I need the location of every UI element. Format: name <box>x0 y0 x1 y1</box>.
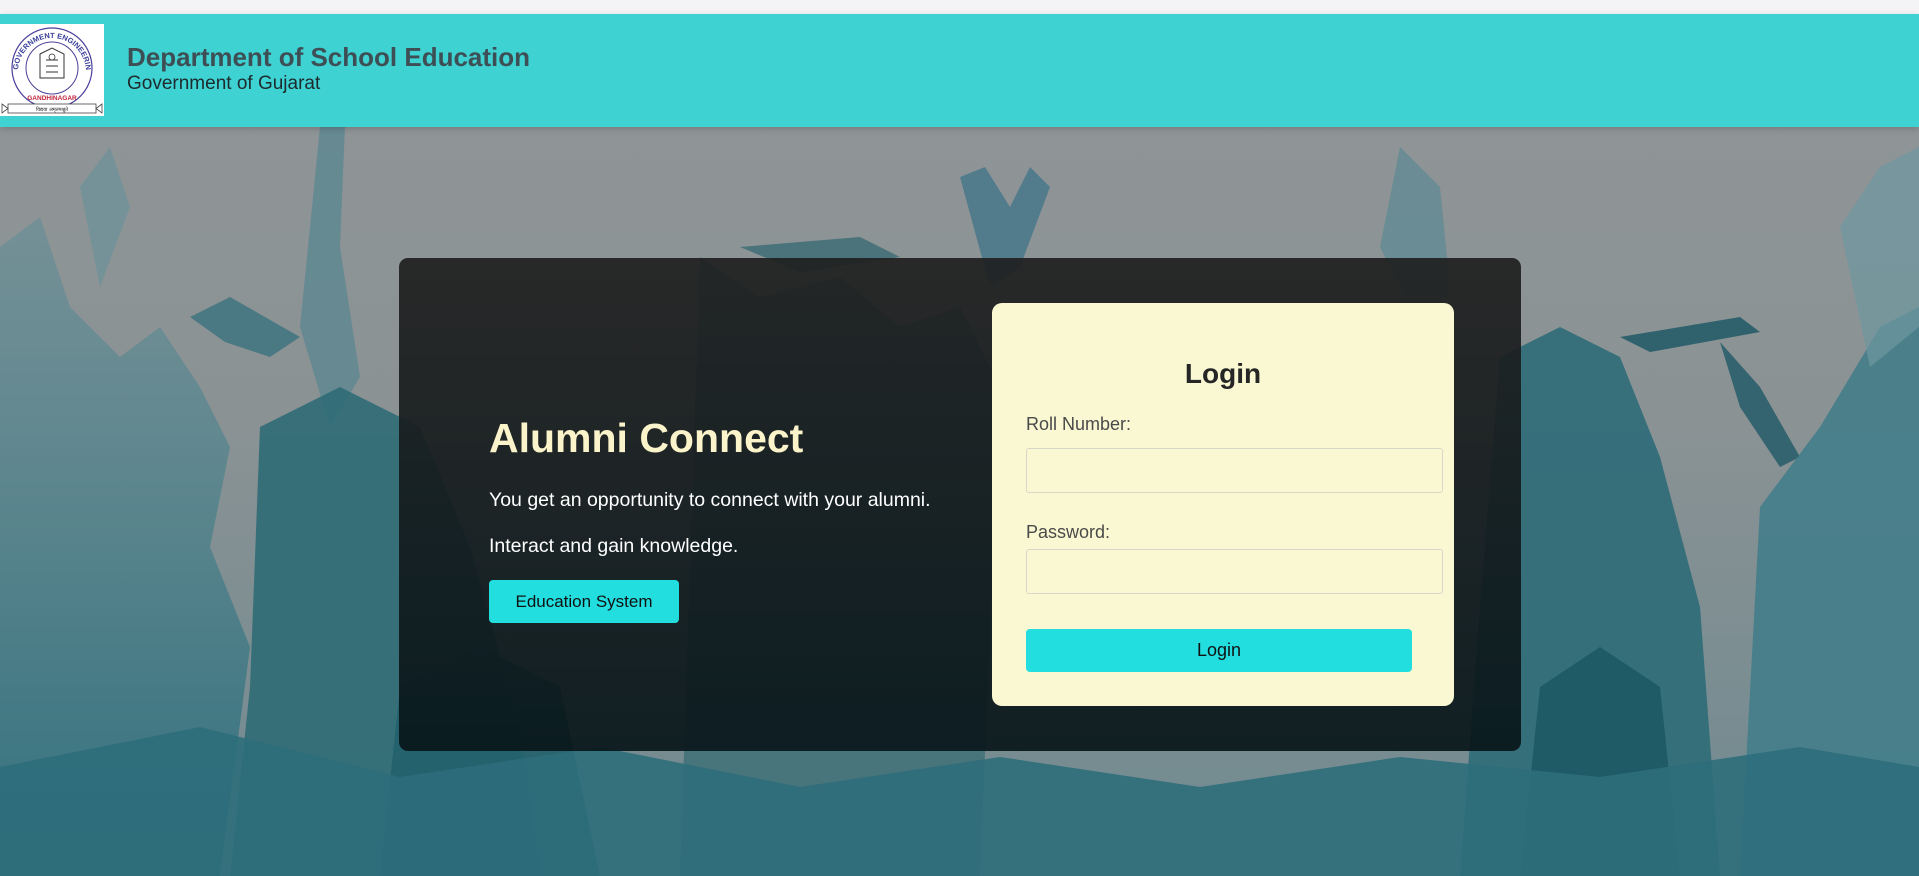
promo-description-1: You get an opportunity to connect with y… <box>489 489 931 511</box>
login-heading: Login <box>1184 358 1262 389</box>
roll-number-label: Roll Number: <box>1026 414 1132 434</box>
promo-description-2: Interact and gain knowledge. <box>489 535 739 557</box>
header-subtitle: Government of Gujarat <box>127 73 321 94</box>
promo-title: Alumni Connect <box>489 415 804 461</box>
password-label: Password: <box>1026 522 1111 542</box>
logo-city-text: GANDHINAGAR <box>27 95 77 102</box>
password-input[interactable] <box>1026 549 1443 594</box>
logo-motto-text: विद्यया अमृतमश्नुते <box>36 106 68 113</box>
roll-number-input[interactable] <box>1026 448 1443 493</box>
college-logo: GOVERNMENT ENGINEERING COLLEGE GANDHINAG… <box>0 24 104 116</box>
top-strip <box>0 0 1919 14</box>
login-card: Login Roll Number: Password: Login <box>992 303 1454 706</box>
header-title: Department of School Education <box>127 42 531 72</box>
education-system-button[interactable]: Education System <box>489 580 679 623</box>
login-button[interactable]: Login <box>1026 629 1412 672</box>
site-header: GOVERNMENT ENGINEERING COLLEGE GANDHINAG… <box>0 14 1919 127</box>
